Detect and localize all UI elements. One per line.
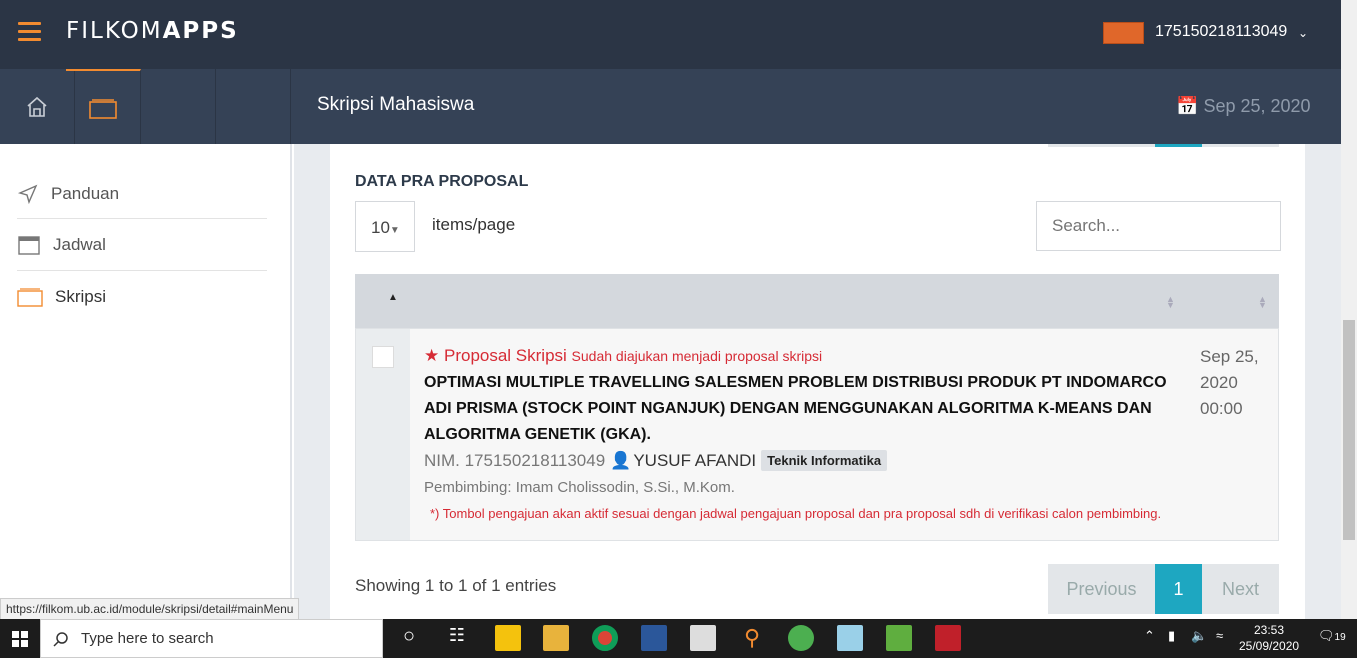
pagination-page-button[interactable]: 1	[1155, 564, 1202, 614]
windows-start-button[interactable]	[0, 619, 40, 658]
sticky-notes-icon[interactable]	[495, 625, 521, 651]
folder-icon	[89, 98, 117, 119]
volume-icon[interactable]: 🔈	[1191, 628, 1207, 644]
header-date: 📅 Sep 25, 2020	[1176, 96, 1311, 117]
cortana-icon[interactable]: ○	[396, 625, 422, 651]
sidebar-divider	[17, 218, 267, 219]
taskbar-date: 25/09/2020	[1239, 639, 1300, 653]
items-per-page-label: items/page	[432, 215, 516, 234]
proposal-type-line: ★ Proposal Skripsi Sudah diajukan menjad…	[424, 346, 822, 366]
search-input[interactable]	[1036, 201, 1281, 251]
logo-text-bold: APPS	[162, 18, 239, 44]
folder-icon	[17, 288, 43, 307]
notification-center-icon[interactable]: 🗨19	[1318, 628, 1346, 644]
chevron-down-icon[interactable]: ⌄	[1298, 26, 1308, 40]
word-icon[interactable]	[641, 625, 667, 651]
sidebar-item-label: Panduan	[51, 184, 120, 203]
items-per-page-select[interactable]: 10▼	[355, 201, 415, 252]
proposal-title[interactable]: OPTIMASI MULTIPLE TRAVELLING SALESMEN PR…	[424, 370, 1184, 448]
header-date-text: Sep 25, 2020	[1203, 96, 1311, 116]
taskbar-search-placeholder: Type here to search	[81, 630, 214, 647]
tab-home[interactable]	[0, 69, 75, 144]
user-icon: 👤	[610, 450, 632, 470]
taskbar-search-box[interactable]: Type here to search	[40, 619, 383, 658]
hamburger-menu-icon[interactable]	[18, 22, 41, 42]
page-title: Skripsi Mahasiswa	[317, 94, 475, 115]
row-checkbox[interactable]	[372, 346, 394, 368]
wifi-icon[interactable]: ≈	[1216, 628, 1223, 643]
pager-strip	[1048, 144, 1155, 147]
sort-icon[interactable]: ▲ ▼	[1166, 295, 1175, 310]
pager-strip	[1202, 144, 1279, 147]
logo-text-light: FILKOM	[66, 18, 163, 44]
submission-note: *) Tombol pengajuan akan aktif sesuai de…	[430, 506, 1162, 521]
row-time-line: 00:00	[1200, 399, 1243, 418]
taskbar-time: 23:53	[1253, 623, 1285, 637]
taskbar-clock[interactable]: 23:53 25/09/2020	[1239, 622, 1299, 654]
app-logo[interactable]: FILKOMAPPS	[66, 18, 239, 44]
app-window-icon[interactable]	[690, 625, 716, 651]
calendar-icon	[18, 236, 40, 255]
student-name: YUSUF AFANDI	[633, 450, 757, 470]
sidebar-divider	[17, 270, 267, 271]
sidebar-item-label: Skripsi	[55, 287, 107, 306]
section-title: DATA PRA PROPOSAL	[355, 173, 529, 190]
sidebar-item-skripsi[interactable]: Skripsi	[17, 272, 267, 322]
row-checkbox-cell	[356, 329, 410, 540]
row-date-line: 2020	[1200, 373, 1238, 392]
sort-icon[interactable]: ▲ ▼	[1258, 295, 1267, 310]
tab-skripsi[interactable]	[66, 69, 141, 144]
pager-strip	[1155, 144, 1202, 147]
search-app-icon[interactable]: ⚲	[739, 625, 765, 651]
items-per-page-value: 10	[371, 218, 390, 237]
user-avatar[interactable]	[1103, 22, 1144, 44]
status-url-tooltip: https://filkom.ub.ac.id/module/skripsi/d…	[0, 598, 300, 620]
globe-app-icon[interactable]	[788, 625, 814, 651]
pagination-next-button[interactable]: Next	[1202, 564, 1279, 614]
notes-app-icon[interactable]	[837, 625, 863, 651]
sidebar-item-panduan[interactable]: Panduan	[17, 169, 267, 219]
tab-empty-2[interactable]	[216, 69, 291, 144]
proposal-status-text: Sudah diajukan menjadi proposal skripsi	[571, 348, 823, 364]
user-id-label[interactable]: 175150218113049	[1155, 23, 1287, 41]
search-icon	[53, 631, 68, 647]
tab-empty-1[interactable]	[141, 69, 216, 144]
proposal-type-label: Proposal Skripsi	[443, 346, 567, 365]
sub-navbar	[0, 69, 1341, 144]
pagination-previous-button[interactable]: Previous	[1048, 564, 1155, 614]
sidebar-item-label: Jadwal	[53, 235, 106, 254]
file-explorer-icon[interactable]	[543, 625, 569, 651]
sidebar-item-jadwal[interactable]: Jadwal	[17, 220, 267, 270]
student-info-line: NIM. 175150218113049 👤 YUSUF AFANDI Tekn…	[424, 450, 888, 471]
top-navbar: FILKOMAPPS 175150218113049 ⌄	[0, 0, 1341, 69]
mendeley-icon[interactable]	[935, 625, 961, 651]
chrome-icon[interactable]	[592, 625, 618, 651]
program-badge: Teknik Informatika	[761, 450, 888, 471]
caret-down-icon: ▼	[389, 225, 400, 236]
battery-icon[interactable]: ▮	[1168, 628, 1175, 644]
row-date-line: Sep 25,	[1200, 347, 1259, 366]
row-date: Sep 25, 2020 00:00	[1200, 344, 1270, 422]
send-icon	[17, 184, 38, 205]
green-app-icon[interactable]	[886, 625, 912, 651]
entries-info: Showing 1 to 1 of 1 entries	[355, 576, 557, 595]
scrollbar-thumb[interactable]	[1343, 320, 1355, 540]
star-icon: ★	[424, 346, 440, 365]
table-header	[355, 274, 1279, 328]
supervisor-text: Pembimbing: Imam Cholissodin, S.Si., M.K…	[424, 479, 735, 496]
calendar-icon: 📅	[1176, 96, 1199, 116]
nim-text: NIM. 175150218113049	[424, 450, 606, 470]
task-view-icon[interactable]: ☷	[444, 625, 470, 651]
home-icon	[27, 96, 47, 117]
windows-logo-icon	[12, 630, 28, 647]
show-hidden-icons-icon[interactable]: ⌃	[1144, 628, 1155, 644]
notification-count: 19	[1334, 632, 1346, 643]
sort-ascending-icon[interactable]: ▲	[388, 292, 398, 303]
